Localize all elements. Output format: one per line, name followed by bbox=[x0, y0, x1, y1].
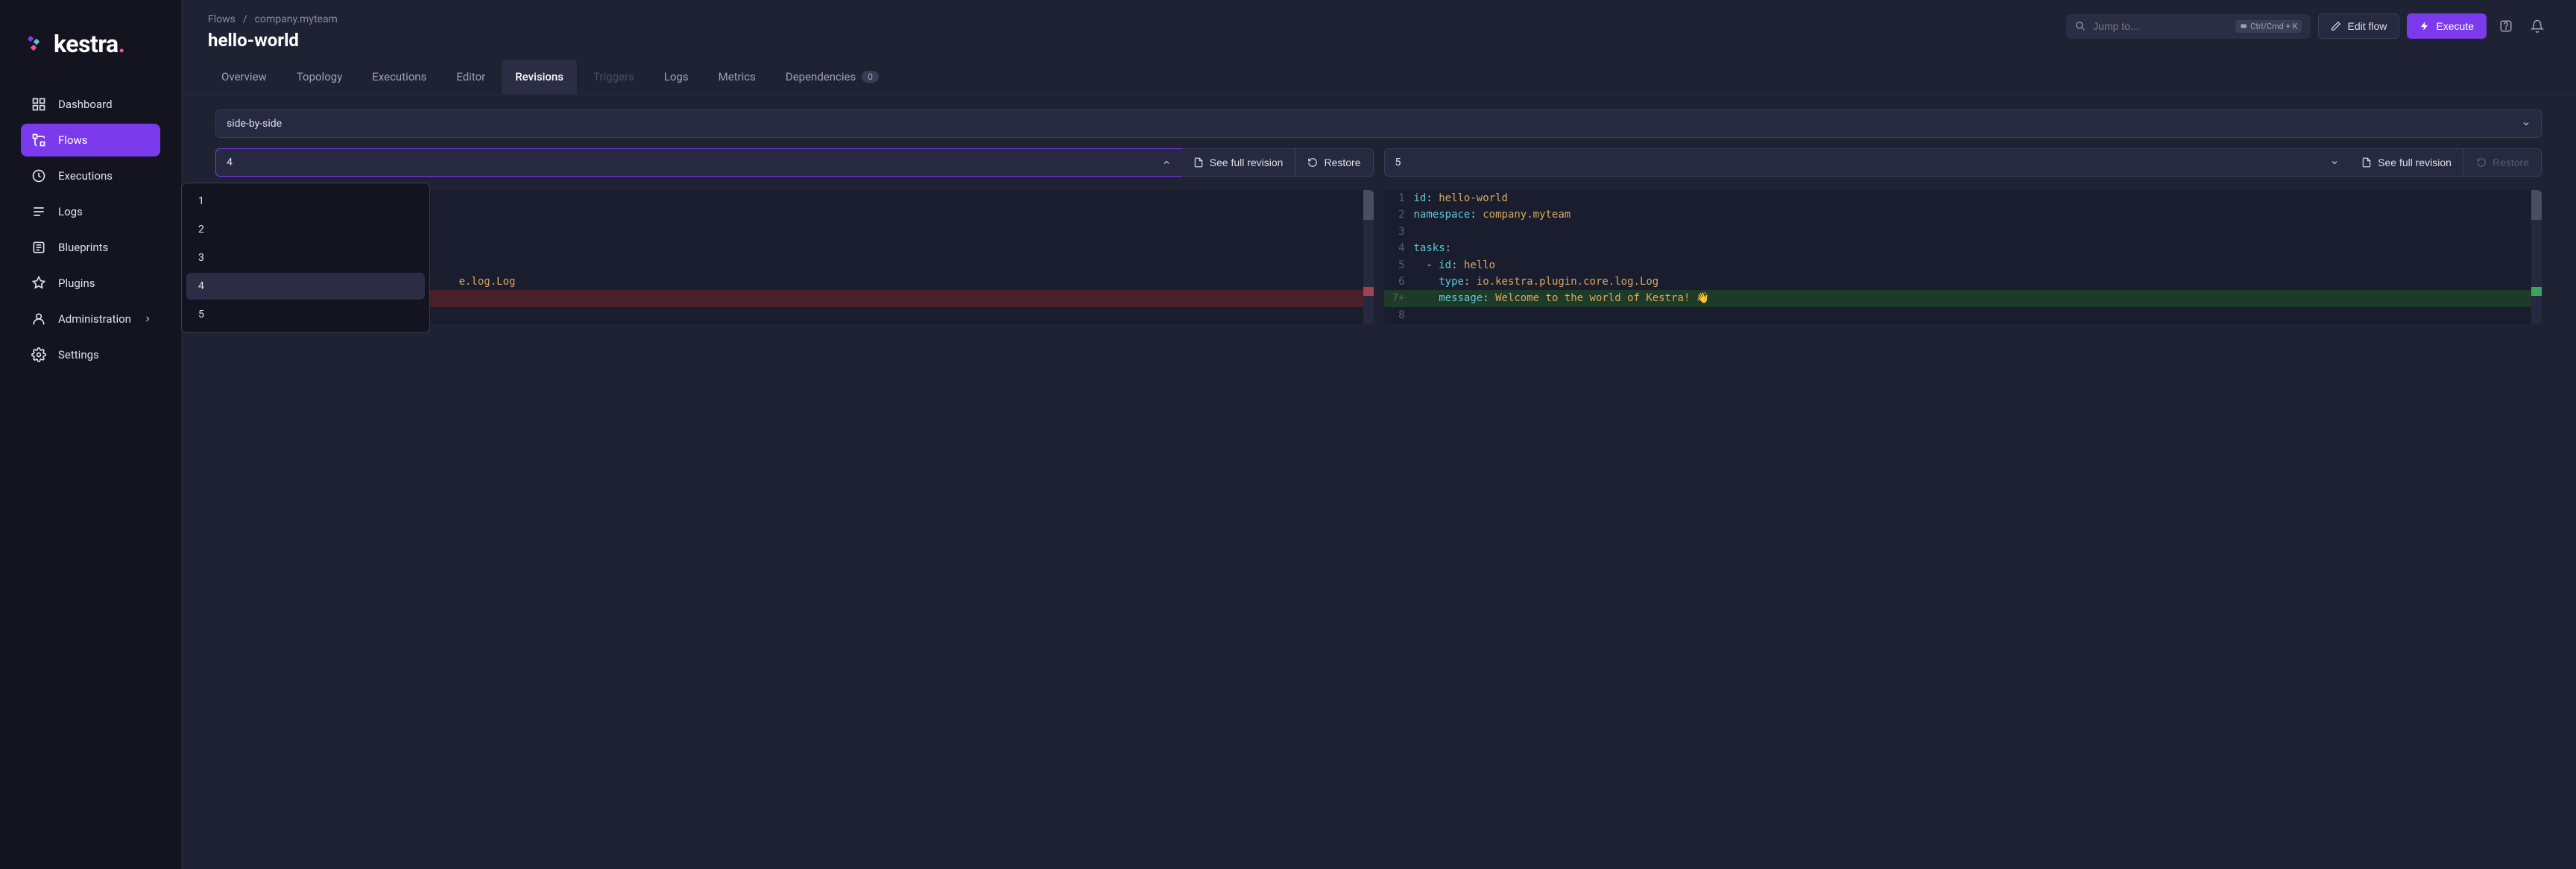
edit-flow-button[interactable]: Edit flow bbox=[2318, 13, 2399, 39]
dropdown-item[interactable]: 2 bbox=[186, 216, 425, 243]
main: Flows / company.myteam hello-world Ctrl/… bbox=[181, 0, 2576, 869]
search-icon bbox=[2075, 21, 2086, 31]
dashboard-icon bbox=[31, 97, 46, 112]
chevron-right-icon bbox=[143, 315, 152, 323]
tab-dependencies[interactable]: Dependencies0 bbox=[772, 60, 892, 94]
sidebar-item-executions[interactable]: Executions bbox=[21, 159, 160, 192]
chevron-down-icon bbox=[2522, 119, 2531, 128]
right-see-full-button[interactable]: See full revision bbox=[2349, 148, 2464, 177]
revision-dropdown: 12345 bbox=[181, 183, 430, 333]
tabs: OverviewTopologyExecutionsEditorRevision… bbox=[181, 60, 2576, 95]
breadcrumb: Flows / company.myteam bbox=[208, 13, 338, 25]
sidebar-item-administration[interactable]: Administration bbox=[21, 303, 160, 335]
sidebar-item-plugins[interactable]: Plugins bbox=[21, 267, 160, 300]
blueprints-icon bbox=[31, 240, 46, 255]
sidebar-item-label: Flows bbox=[58, 133, 88, 147]
right-panel: 5 See full revision Restore 1 id: hello-… bbox=[1384, 148, 2542, 324]
settings-icon bbox=[31, 347, 46, 362]
restore-icon bbox=[1307, 157, 1318, 168]
breadcrumb-ns[interactable]: company.myteam bbox=[255, 13, 338, 25]
page-title: hello-world bbox=[208, 30, 338, 51]
restore-icon bbox=[2476, 157, 2487, 168]
left-see-full-button[interactable]: See full revision bbox=[1181, 148, 1296, 177]
sidebar-item-label: Plugins bbox=[58, 276, 95, 290]
right-revision-select[interactable]: 5 bbox=[1384, 148, 2350, 177]
execute-button[interactable]: Execute bbox=[2407, 13, 2487, 39]
tab-editor[interactable]: Editor bbox=[443, 60, 499, 94]
sidebar-item-label: Dashboard bbox=[58, 98, 113, 111]
diff-marker bbox=[1363, 287, 1374, 296]
code-line: 6 type: io.kestra.plugin.core.log.Log bbox=[1384, 274, 2542, 290]
sidebar-item-dashboard[interactable]: Dashboard bbox=[21, 88, 160, 121]
sidebar-item-flows[interactable]: Flows bbox=[21, 124, 160, 157]
tab-triggers: Triggers bbox=[580, 60, 648, 94]
left-revision-select[interactable]: 4 bbox=[215, 148, 1181, 177]
logo: kestra. bbox=[0, 15, 181, 88]
dropdown-item[interactable]: 5 bbox=[186, 301, 425, 328]
sidebar-item-label: Blueprints bbox=[58, 241, 108, 254]
chevron-up-icon bbox=[1162, 158, 1171, 167]
tab-executions[interactable]: Executions bbox=[359, 60, 440, 94]
tab-metrics[interactable]: Metrics bbox=[705, 60, 769, 94]
content: side-by-side 4 See full revision bbox=[181, 95, 2576, 869]
tab-revisions[interactable]: Revisions bbox=[502, 60, 577, 94]
right-code-pane[interactable]: 1 id: hello-world2 namespace: company.my… bbox=[1384, 190, 2542, 324]
code-line: 3 bbox=[1384, 224, 2542, 240]
code-line: 5 - id: hello bbox=[1384, 257, 2542, 274]
dropdown-item[interactable]: 4 bbox=[186, 273, 425, 300]
code-line: 7+ message: Welcome to the world of Kest… bbox=[1384, 290, 2542, 306]
help-button[interactable] bbox=[2494, 14, 2518, 38]
plugins-icon bbox=[31, 276, 46, 291]
sidebar-item-label: Settings bbox=[58, 348, 99, 361]
search-shortcut: Ctrl/Cmd + K bbox=[2235, 20, 2302, 33]
right-restore-button[interactable]: Restore bbox=[2464, 148, 2542, 177]
document-icon bbox=[1193, 157, 1204, 168]
diff-marker bbox=[2531, 287, 2542, 296]
pencil-icon bbox=[2331, 21, 2341, 31]
sidebar-nav: Dashboard Flows Executions Logs Blueprints Pl… bbox=[0, 88, 181, 371]
breadcrumb-root[interactable]: Flows bbox=[208, 13, 236, 25]
logs-icon bbox=[31, 204, 46, 219]
view-mode-select[interactable]: side-by-side bbox=[215, 110, 2542, 138]
topbar: Flows / company.myteam hello-world Ctrl/… bbox=[181, 0, 2576, 60]
logo-icon bbox=[27, 35, 45, 53]
bolt-icon bbox=[2419, 21, 2430, 31]
code-line: 1 id: hello-world bbox=[1384, 190, 2542, 206]
sidebar: kestra. Dashboard Flows Executions Logs Blue… bbox=[0, 0, 181, 869]
dropdown-item[interactable]: 1 bbox=[186, 188, 425, 215]
breadcrumb-sep: / bbox=[243, 13, 247, 25]
left-restore-button[interactable]: Restore bbox=[1295, 148, 1373, 177]
code-line: 4 tasks: bbox=[1384, 240, 2542, 256]
sidebar-item-blueprints[interactable]: Blueprints bbox=[21, 231, 160, 264]
sidebar-item-settings[interactable]: Settings bbox=[21, 338, 160, 371]
topbar-actions: Ctrl/Cmd + K Edit flow Execute bbox=[2066, 13, 2549, 39]
admin-icon bbox=[31, 312, 46, 326]
code-line: 2 namespace: company.myteam bbox=[1384, 206, 2542, 223]
sidebar-item-label: Executions bbox=[58, 169, 113, 183]
flows-icon bbox=[31, 133, 46, 148]
bell-button[interactable] bbox=[2525, 14, 2549, 38]
search-input[interactable] bbox=[2093, 20, 2228, 32]
sidebar-item-logs[interactable]: Logs bbox=[21, 195, 160, 228]
brand-name: kestra. bbox=[54, 30, 124, 58]
tab-logs[interactable]: Logs bbox=[651, 60, 702, 94]
tab-badge: 0 bbox=[862, 71, 879, 83]
chevron-down-icon bbox=[2330, 158, 2339, 167]
tab-overview[interactable]: Overview bbox=[208, 60, 280, 94]
sidebar-item-label: Logs bbox=[58, 205, 83, 218]
document-icon bbox=[2361, 157, 2372, 168]
dropdown-item[interactable]: 3 bbox=[186, 244, 425, 271]
code-line: 8 bbox=[1384, 307, 2542, 323]
tab-topology[interactable]: Topology bbox=[283, 60, 356, 94]
search-box[interactable]: Ctrl/Cmd + K bbox=[2066, 14, 2311, 39]
executions-icon bbox=[31, 168, 46, 183]
sidebar-item-label: Administration bbox=[58, 312, 131, 326]
